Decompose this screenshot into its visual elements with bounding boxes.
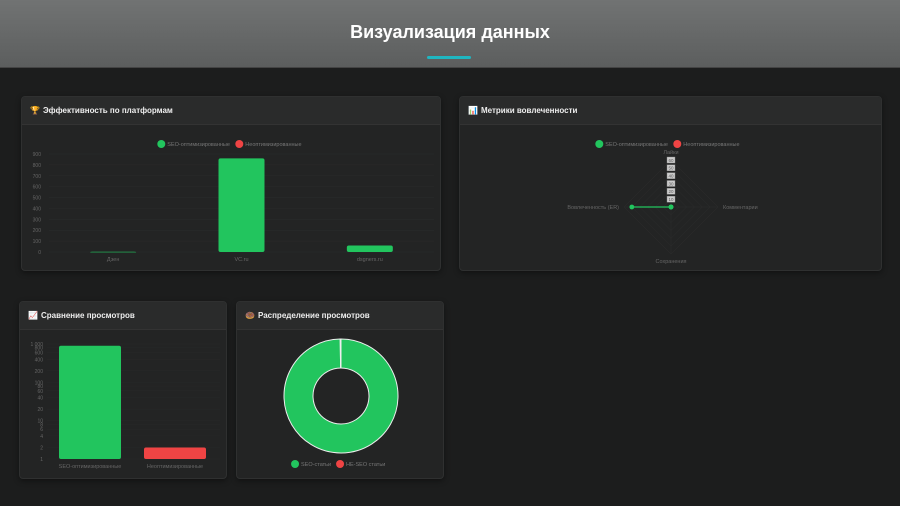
y-tick-label: 600	[33, 185, 42, 191]
radar-tick-label: 60	[668, 158, 674, 163]
radar-tick-label: 10	[668, 197, 674, 202]
y-tick-label: 2	[40, 445, 43, 451]
radar-axis-label: Вовлеченность (ER)	[567, 205, 619, 211]
card-engagement: 📊 Метрики вовлеченности SEO-оптимизирован…	[459, 96, 882, 271]
x-tick-label: Неоптимизированные	[147, 464, 203, 470]
card-distribution: 🍩 Распределение просмотров SEO-статьи НЕ-S…	[236, 301, 444, 479]
y-tick-label: 1	[40, 457, 43, 463]
y-tick-label: 400	[35, 357, 44, 363]
legend-label[interactable]: SEO-оптимизированные	[167, 142, 230, 148]
y-tick-label: 1 000	[30, 342, 43, 348]
engagement-radar-chart: SEO-оптимизированные Неоптимизированные Ла…	[567, 140, 758, 265]
bar-seo	[346, 245, 393, 252]
radar-axis-label: Лайки	[663, 149, 678, 156]
legend-marker[interactable]	[291, 460, 300, 468]
y-tick-label: 200	[35, 369, 44, 375]
y-tick-label: 100	[35, 380, 44, 386]
y-tick-label: 10	[37, 419, 43, 425]
y-tick-label: 20	[37, 407, 43, 413]
y-tick-label: 100	[33, 239, 42, 245]
x-tick-label: SEO-оптимизированные	[59, 464, 122, 470]
x-tick-label: VC.ru	[234, 257, 248, 263]
legend-label[interactable]: Неоптимизированные	[245, 142, 301, 148]
legend-label[interactable]: SEO-оптимизированные	[605, 142, 668, 148]
legend-marker[interactable]	[673, 140, 682, 148]
platforms-chart: SEO-оптимизированные Неоптимизированные 0 1…	[33, 140, 434, 263]
x-tick-label: Дзен	[107, 257, 119, 263]
legend-label[interactable]: НЕ-SEO статьи	[346, 462, 385, 468]
legend-marker[interactable]	[235, 140, 244, 148]
radar-axis-label: Сохранения	[655, 259, 686, 265]
radar-tick-label: 50	[668, 166, 674, 171]
radar-tick-label: 40	[668, 173, 674, 178]
legend-marker[interactable]	[336, 460, 345, 468]
radar-point-seo	[629, 204, 635, 210]
donut-slice	[339, 338, 342, 369]
bar	[144, 447, 206, 459]
y-tick-label: 4	[40, 434, 43, 440]
y-tick-label: 900	[33, 152, 42, 158]
y-tick-label: 40	[37, 396, 43, 402]
radar-axis-label: Комментарии	[723, 205, 758, 211]
legend-marker[interactable]	[157, 140, 166, 148]
y-tick-label: 200	[33, 228, 42, 234]
card-platforms: 🏆 Эффективность по платформам SEO-оптимиз…	[21, 96, 441, 271]
radar-tick-label: 30	[668, 181, 674, 186]
legend-label[interactable]: Неоптимизированные	[683, 142, 739, 148]
page-title: Визуализация данных	[350, 22, 550, 42]
radar-point-seo	[668, 204, 674, 210]
y-tick-label: 0	[38, 250, 41, 256]
bar-seo	[218, 158, 265, 252]
title-underline	[427, 56, 471, 59]
y-tick-label: 700	[33, 174, 42, 180]
distribution-donut-chart: SEO-статьи НЕ-SEO статьи	[283, 338, 399, 468]
legend-label[interactable]: SEO-статьи	[301, 462, 331, 468]
y-tick-label: 400	[33, 206, 42, 212]
x-tick-label: dsgners.ru	[357, 257, 383, 263]
bar-seo	[90, 251, 137, 253]
bar	[59, 345, 121, 459]
y-tick-label: 500	[33, 196, 42, 202]
y-tick-label: 800	[33, 163, 42, 169]
page-header: Визуализация данных	[0, 0, 900, 68]
legend-marker[interactable]	[595, 140, 604, 148]
views-chart: 1246810204060801002004006008001 000SEO-о…	[30, 342, 220, 470]
radar-tick-label: 20	[668, 189, 674, 194]
y-tick-label: 300	[33, 217, 42, 223]
card-views: 📈 Сравнение просмотров 1 2 4 6 8 10 20 40 60 80 100…	[19, 301, 227, 479]
